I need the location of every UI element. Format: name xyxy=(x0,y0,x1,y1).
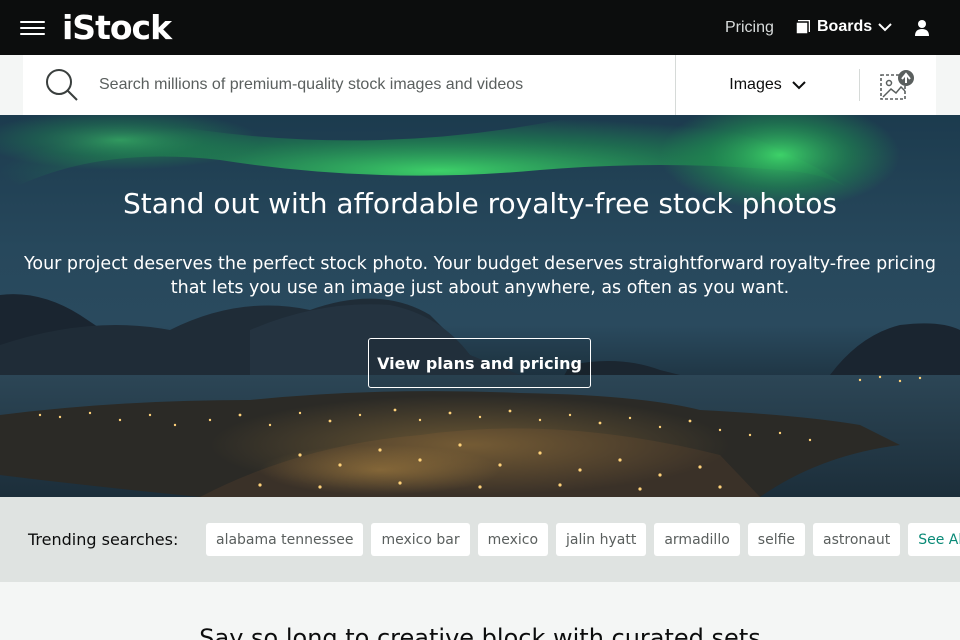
hero-title: Stand out with affordable royalty-free s… xyxy=(123,187,837,220)
trending-chips: alabama tennessee mexico bar mexico jali… xyxy=(206,523,960,556)
view-plans-button[interactable]: View plans and pricing xyxy=(368,338,591,388)
trending-chip[interactable]: astronaut xyxy=(813,523,901,556)
section-title: Say so long to creative block with curat… xyxy=(199,624,761,640)
chevron-down-icon xyxy=(792,81,806,90)
trending-label: Trending searches: xyxy=(28,530,179,549)
hero-subtitle-line: Your project deserves the perfect stock … xyxy=(24,254,936,274)
trending-chip[interactable]: armadillo xyxy=(654,523,740,556)
chevron-down-icon xyxy=(878,23,892,32)
curated-sets-section: Say so long to creative block with curat… xyxy=(0,582,960,640)
hero-banner: Stand out with affordable royalty-free s… xyxy=(0,115,960,497)
search-bar: Images xyxy=(23,55,936,115)
search-input[interactable] xyxy=(99,55,669,115)
hero-background-image xyxy=(0,115,960,497)
hero-subtitle-line: that lets you use an image just about an… xyxy=(170,278,790,298)
see-all-link[interactable]: See All xyxy=(908,523,960,556)
trending-chip[interactable]: alabama tennessee xyxy=(206,523,364,556)
divider xyxy=(859,69,860,101)
trending-chip[interactable]: jalin hyatt xyxy=(556,523,647,556)
pricing-link[interactable]: Pricing xyxy=(725,19,774,37)
media-type-label: Images xyxy=(729,76,782,93)
boards-label: Boards xyxy=(817,18,873,35)
istock-logo[interactable]: iStock xyxy=(62,8,172,47)
media-type-select[interactable]: Images xyxy=(675,55,860,115)
trending-chip[interactable]: mexico xyxy=(477,523,549,556)
hamburger-menu-icon[interactable] xyxy=(20,19,45,37)
hero-subtitle: Your project deserves the perfect stock … xyxy=(20,252,940,300)
trending-searches: Trending searches: alabama tennessee mex… xyxy=(0,497,960,582)
trending-chip[interactable]: selfie xyxy=(747,523,806,556)
top-navigation-bar: iStock Pricing Boards xyxy=(0,0,960,55)
boards-icon xyxy=(795,20,810,35)
boards-menu[interactable]: Boards xyxy=(795,18,892,36)
image-search-icon[interactable] xyxy=(879,69,915,103)
user-icon[interactable] xyxy=(914,19,930,37)
search-icon[interactable] xyxy=(45,68,79,102)
trending-chip[interactable]: mexico bar xyxy=(371,523,470,556)
